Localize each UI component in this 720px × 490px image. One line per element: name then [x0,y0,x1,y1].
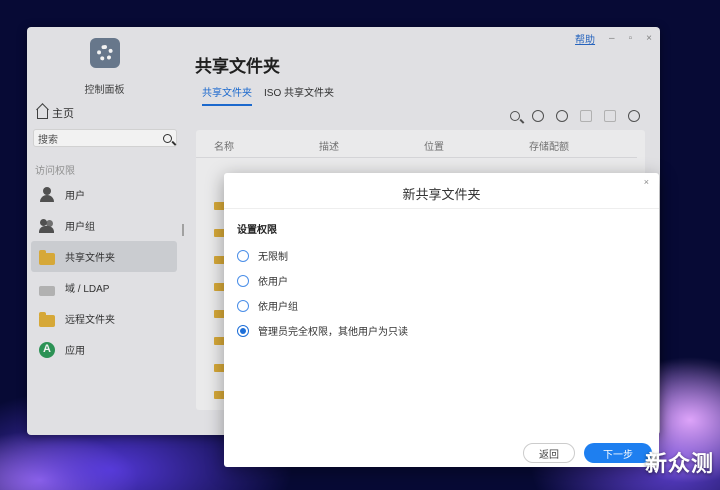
option-unrestricted[interactable]: 无限制 [237,243,408,268]
radio-button[interactable] [237,249,249,262]
permission-options: 无限制 依用户 依用户组 管理员完全权限，其他用户为只读 [237,243,408,343]
option-label: 依用户 [258,277,288,288]
option-label: 管理员完全权限，其他用户为只读 [258,327,408,338]
dialog-title: 新共享文件夹 [402,187,481,202]
option-label: 依用户组 [258,302,298,313]
permission-section-title: 设置权限 [237,225,277,236]
radio-button-checked[interactable] [237,324,249,337]
radio-button[interactable] [237,299,249,312]
close-icon[interactable]: × [644,177,649,187]
option-admin-full-others-readonly[interactable]: 管理员完全权限，其他用户为只读 [237,318,408,343]
option-by-group[interactable]: 依用户组 [237,293,408,318]
new-shared-folder-dialog: 新共享文件夹 × 设置权限 无限制 依用户 依用户组 管理员完全权限，其他用户为… [224,173,659,467]
option-label: 无限制 [258,252,288,263]
watermark-logo: 新众测 [644,452,714,477]
back-button[interactable]: 返回 [523,443,575,463]
option-by-user[interactable]: 依用户 [237,268,408,293]
divider [224,208,659,209]
next-button[interactable]: 下一步 [584,443,652,463]
radio-button[interactable] [237,274,249,287]
